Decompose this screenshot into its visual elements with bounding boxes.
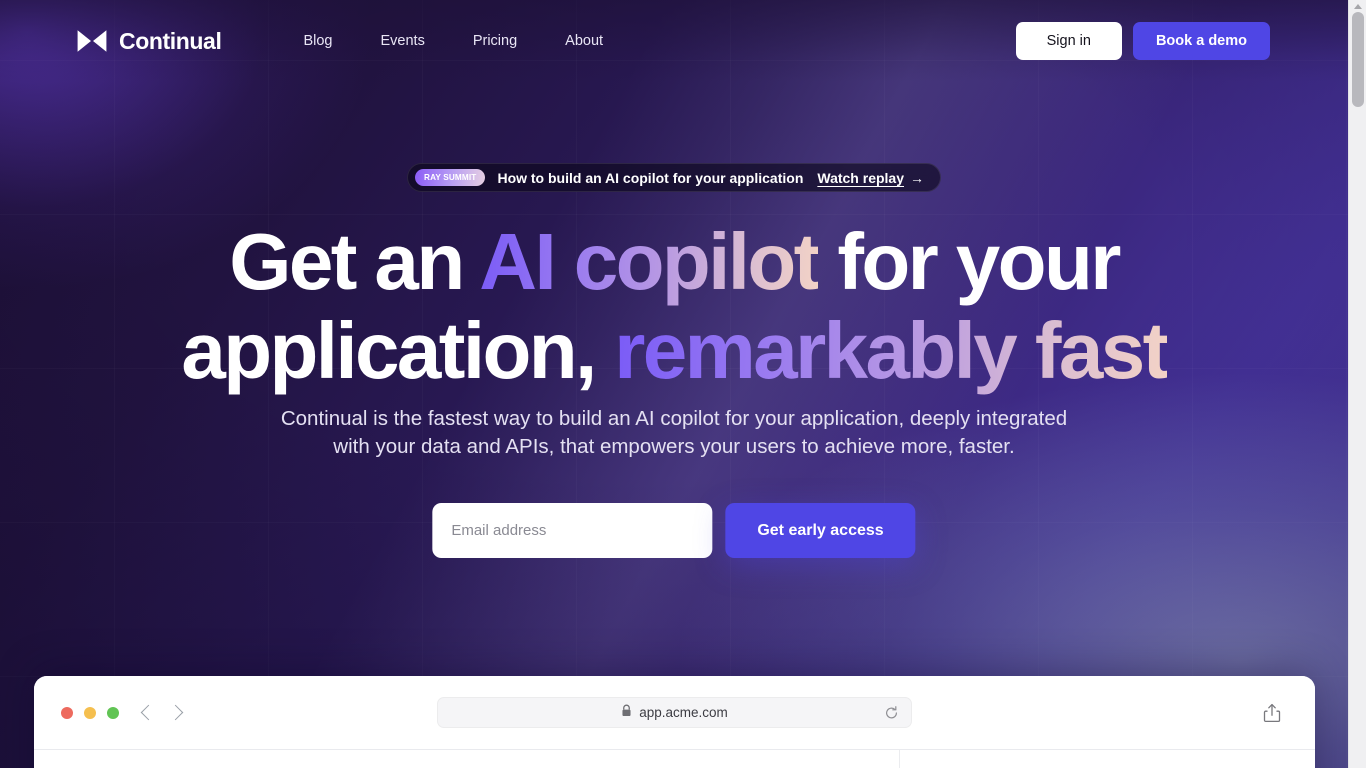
lock-icon [621,704,632,722]
brand-name: Continual [119,27,222,54]
headline-text-plain-1: Get an [229,217,480,306]
arrow-right-icon: → [910,169,924,186]
share-icon[interactable] [1263,703,1281,723]
headline-line-2: application, remarkably fast [0,311,1348,391]
headline-line-1: Get an AI copilot for your [229,217,1121,306]
chevron-left-icon[interactable] [140,704,157,721]
headline-accent-2: remarkably fast [614,306,1169,395]
get-early-access-button[interactable]: Get early access [725,503,916,558]
minimize-window-dot[interactable] [84,706,96,719]
browser-content-area [34,750,1315,768]
browser-mockup: app.acme.com [34,676,1315,768]
nav-actions: Sign in Book a demo [1015,22,1270,60]
headline-accent-1: AI copilot [479,217,820,306]
close-window-dot[interactable] [61,706,73,719]
book-demo-button[interactable]: Book a demo [1132,22,1270,60]
page-scrollbar[interactable] [1348,0,1366,768]
bowtie-join-icon [76,29,108,53]
headline-text-tail-1: for your [817,217,1121,306]
nav-link-about[interactable]: About [541,25,627,57]
page-root: Continual Blog Events Pricing About Sign… [0,0,1366,768]
nav-links: Blog Events Pricing About [279,25,627,57]
headline-text-plain-2: application, [181,306,615,395]
announcement-banner[interactable]: RAY SUMMIT How to build an AI copilot fo… [407,163,941,192]
scrollbar-thumb[interactable] [1352,12,1364,107]
chevron-right-icon[interactable] [167,704,184,721]
sign-in-button[interactable]: Sign in [1015,22,1122,60]
browser-viewport: Continual Blog Events Pricing About Sign… [0,0,1348,768]
browser-side-pane [900,750,1315,768]
scroll-up-arrow-icon[interactable] [1353,4,1362,9]
announcement-text: How to build an AI copilot for your appl… [497,169,804,186]
nav-link-pricing[interactable]: Pricing [449,25,541,57]
watch-replay-link[interactable]: Watch replay → [817,170,924,186]
announcement-badge: RAY SUMMIT [415,169,486,186]
browser-main-pane [34,750,900,768]
hero-headline: Get an AI copilot for your application, … [0,222,1348,391]
url-text: app.acme.com [639,705,728,720]
top-navigation: Continual Blog Events Pricing About Sign… [0,0,1348,82]
watch-replay-label: Watch replay [817,169,904,186]
reload-icon[interactable] [884,705,899,720]
maximize-window-dot[interactable] [107,706,119,719]
nav-link-events[interactable]: Events [356,25,448,57]
browser-chrome-bar: app.acme.com [34,676,1315,750]
traffic-lights [61,706,119,719]
email-input[interactable] [432,503,713,558]
brand-logo-link[interactable]: Continual [76,27,222,55]
nav-link-blog[interactable]: Blog [279,25,356,57]
hero-subheadline: Continual is the fastest way to build an… [280,407,1068,459]
browser-url-bar[interactable]: app.acme.com [437,697,912,728]
early-access-form: Get early access [432,503,916,558]
browser-nav-buttons [140,704,184,721]
url-bar-content: app.acme.com [621,704,728,722]
